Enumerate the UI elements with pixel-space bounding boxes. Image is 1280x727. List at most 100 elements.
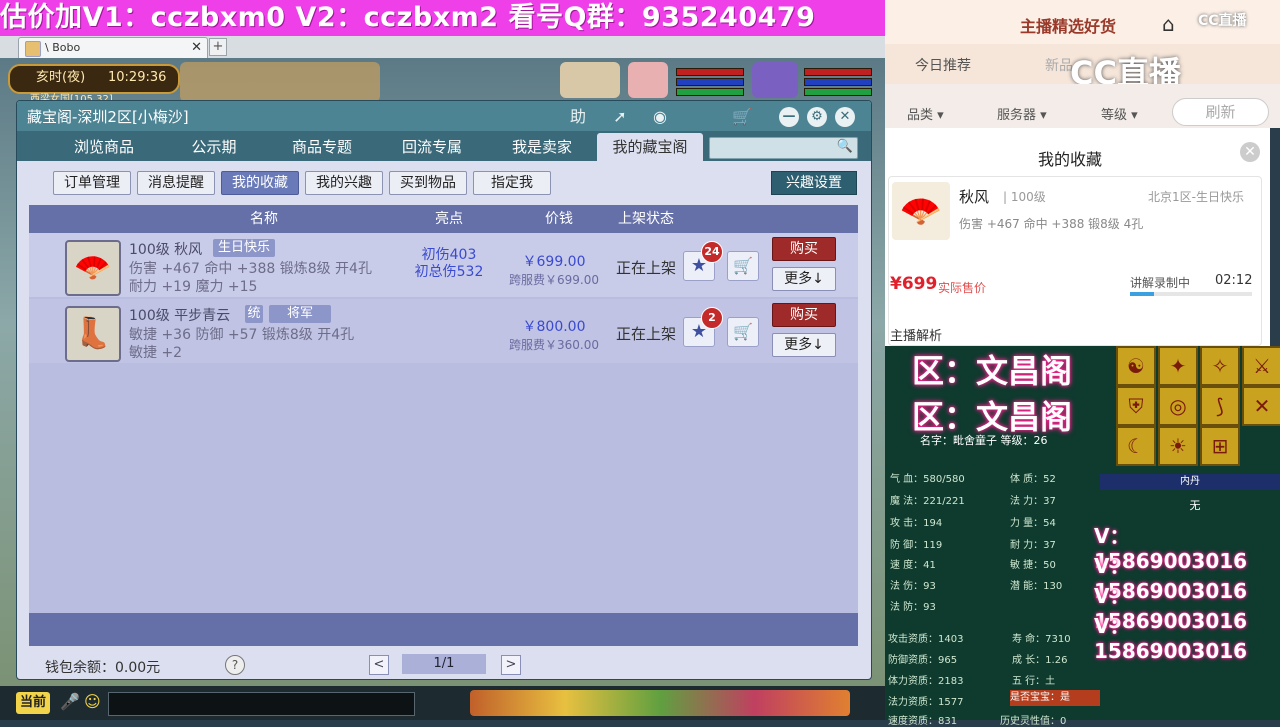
tab-my-cangbaoge[interactable]: 我的藏宝阁 [597,133,703,161]
filter-level[interactable]: 等级 ▾ [1101,104,1138,123]
cart-icon[interactable]: 🛒 [729,106,755,128]
product-server: 北京1区-生日快乐 [1148,190,1244,204]
subtab-designated[interactable]: 指定我 [473,171,551,195]
pet-stat: 防 御：119 [890,540,943,551]
product-name: 秋风 [959,188,990,206]
recording-progress-fill [1130,292,1155,296]
skill-slot[interactable]: ✦ [1158,346,1198,386]
filter-server[interactable]: 服务器 ▾ [997,104,1047,123]
tab-public[interactable]: 公示期 [167,133,261,161]
home-icon[interactable]: ⌂ [1162,12,1175,36]
skill-slot[interactable]: ☀ [1158,426,1198,466]
close-icon[interactable]: ✕ [1240,142,1260,162]
npc-portrait[interactable] [752,62,798,98]
item-highlight: 初伤403 [421,247,477,263]
add-to-cart-button[interactable]: 🛒 [727,317,759,347]
table-header: 名称 亮点 价钱 上架状态 [29,205,858,233]
table-row[interactable]: 🪭 100级 秋风 生日快乐 伤害 +467 命中 +388 锻炼8级 开4孔 … [29,233,858,297]
search-icon[interactable]: 🔍 [837,139,853,154]
help-icon[interactable]: 助 [565,106,591,128]
add-to-cart-button[interactable]: 🛒 [727,251,759,281]
minimize-button[interactable]: — [779,107,799,127]
skill-slot[interactable]: ✧ [1200,346,1240,386]
skill-slot[interactable]: ✕ [1242,386,1280,426]
settings-button[interactable]: ⚙ [807,107,827,127]
favorite-count-badge: 2 [701,307,723,329]
skill-slot[interactable]: ⟆ [1200,386,1240,426]
channel-current-button[interactable]: 当前 [16,692,50,714]
close-button[interactable]: ✕ [835,107,855,127]
tab-seller[interactable]: 我是卖家 [495,133,589,161]
col-status: 上架状态 [618,211,674,227]
item-name: 100级 平步青云 [129,308,231,324]
subtab-interests[interactable]: 我的兴趣 [305,171,383,195]
close-tab-icon[interactable]: ✕ [191,38,202,58]
pet-stat: 攻 击：194 [890,518,943,529]
prev-page-button[interactable]: < [369,655,389,675]
clock-time: 10:29:36 [108,70,167,85]
buy-button[interactable]: 购买 [772,237,836,261]
record-icon[interactable]: ◉ [647,106,673,128]
share-icon[interactable]: ➚ [607,106,633,128]
emoji-icon[interactable]: ☺ [84,692,101,711]
microphone-icon[interactable]: 🎤 [60,692,80,711]
product-attrs: 伤害 +467 命中 +388 锻8级 4孔 [959,217,1144,231]
skill-slot[interactable]: ⚔ [1242,346,1280,386]
tab-topics[interactable]: 商品专题 [275,133,369,161]
table-footer [29,613,858,646]
subtab-favorites[interactable]: 我的收藏 [221,171,299,195]
action-shortcuts[interactable] [470,690,850,716]
skill-slot[interactable]: ◎ [1158,386,1198,426]
tab-return[interactable]: 回流专属 [385,133,479,161]
recording-progress [1130,292,1252,296]
subtab-orders[interactable]: 订单管理 [53,171,131,195]
tab-today[interactable]: 今日推荐 [915,55,971,75]
npc-portrait[interactable] [628,62,668,98]
skill-slot[interactable]: ⊞ [1200,426,1240,466]
refresh-button[interactable]: 刷新 [1172,98,1269,126]
card-title: 我的收藏 [1038,150,1103,169]
interest-settings-button[interactable]: 兴趣设置 [771,171,857,195]
skill-slot[interactable]: ☯ [1116,346,1156,386]
tab-browse[interactable]: 浏览商品 [57,133,151,161]
help-button[interactable]: ? [225,655,245,675]
recording-label: 讲解录制中 [1130,276,1191,290]
item-icon[interactable]: 👢 [65,306,121,362]
item-icon[interactable]: 🪭 [65,240,121,296]
item-price-block: ￥800.00 跨服费￥360.00 [499,316,609,353]
subtab-bought[interactable]: 买到物品 [389,171,467,195]
pet-stat: 敏 捷：50 [1010,560,1056,571]
window-titlebar[interactable]: 藏宝阁-深圳2区[小梅沙] 助 ➚ ◉ 🛒 — ⚙ ✕ [17,101,871,131]
item-tag: 统 [245,305,263,323]
window-title: 藏宝阁-深圳2区[小梅沙] [27,108,189,126]
item-status: 正在上架 [615,325,676,343]
more-button[interactable]: 更多↓ [772,267,836,291]
new-tab-button[interactable]: + [209,38,227,56]
item-tag: 将军 [269,305,331,323]
next-page-button[interactable]: > [501,655,521,675]
neidan-value: 无 [1189,499,1201,512]
filter-category[interactable]: 品类 ▾ [907,104,944,123]
pet-stat: 体 质：52 [1010,474,1056,485]
cangbaoge-window: 藏宝阁-深圳2区[小梅沙] 助 ➚ ◉ 🛒 — ⚙ ✕ 浏览商品 公示期 商品专… [16,100,872,680]
more-button[interactable]: 更多↓ [772,333,836,357]
scene-decoration [180,62,380,102]
neidan-title: 内丹 [1100,474,1280,490]
folding-fan-icon: 🪭 [74,250,112,285]
cc-live-small-logo: CC直播 [1198,13,1247,29]
exp-bar [676,88,744,96]
search-input[interactable]: 🔍 [709,137,858,159]
buy-button[interactable]: 购买 [772,303,836,327]
pet-stat: 速 度：41 [890,560,936,571]
subtab-messages[interactable]: 消息提醒 [137,171,215,195]
stream-header-title: 主播精选好货 [1020,17,1117,36]
browser-tab[interactable]: \ Bobo ✕ [18,37,208,59]
mp-bar [676,78,744,86]
skill-slot[interactable]: ⛨ [1116,386,1156,426]
chat-input[interactable] [108,692,415,716]
table-row[interactable]: 👢 100级 平步青云 统 将军 敏捷 +36 防御 +57 锻炼8级 开4孔 … [29,299,858,363]
favorites-table: 🪭 100级 秋风 生日快乐 伤害 +467 命中 +388 锻炼8级 开4孔 … [29,233,858,613]
skill-slot[interactable]: ☾ [1116,426,1156,466]
tab-new[interactable]: 新品 [1045,55,1073,75]
col-name: 名称 [250,211,278,227]
